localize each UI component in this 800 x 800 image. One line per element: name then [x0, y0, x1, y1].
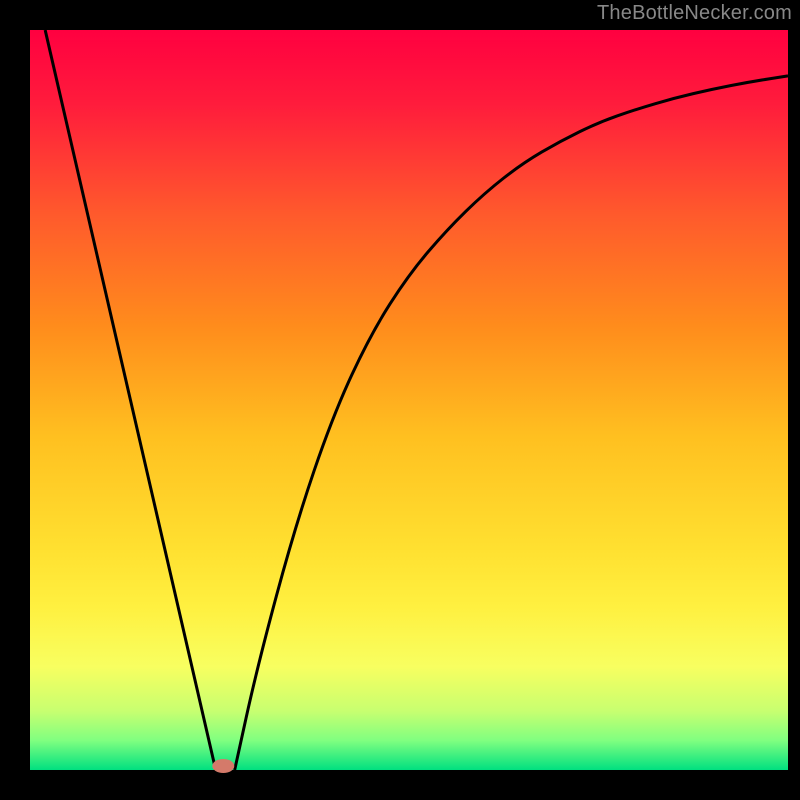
bottleneck-chart: [0, 0, 800, 800]
min-marker: [212, 759, 234, 773]
chart-frame: TheBottleNecker.com: [0, 0, 800, 800]
plot-background: [30, 30, 788, 770]
